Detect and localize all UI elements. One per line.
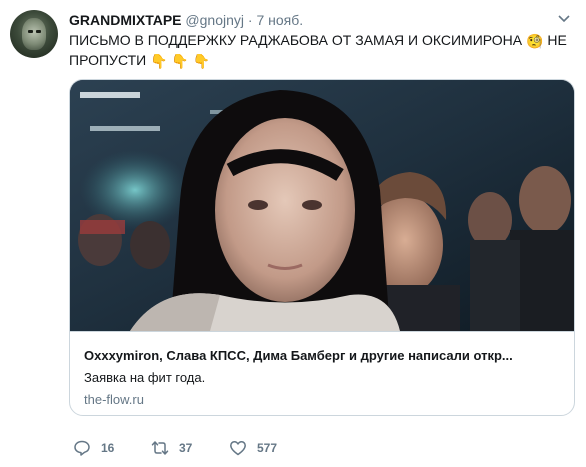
author-name[interactable]: GRANDMIXTAPE xyxy=(69,12,182,28)
link-card[interactable]: Oxxxymiron, Слава КПСС, Дима Бамберг и д… xyxy=(69,79,575,416)
pointing-down-emoji-1: 👇 xyxy=(150,54,168,70)
card-domain: the-flow.ru xyxy=(84,392,144,407)
author-avatar[interactable] xyxy=(10,10,58,58)
card-body[interactable]: Oxxxymiron, Слава КПСС, Дима Бамберг и д… xyxy=(70,331,574,415)
retweet-count: 37 xyxy=(179,441,193,455)
face-with-monocle-emoji: 🧐 xyxy=(526,34,544,50)
pointing-down-emoji-2: 👇 xyxy=(171,54,189,70)
reply-button[interactable]: 16 xyxy=(73,437,114,459)
author-handle[interactable]: @gnojnyj xyxy=(185,12,244,28)
tweet-text: ПИСЬМО В ПОДДЕРЖКУ РАДЖАБОВА ОТ ЗАМАЯ И … xyxy=(69,30,569,70)
card-description: Заявка на фит года. xyxy=(84,370,206,385)
reply-icon xyxy=(74,440,90,456)
like-button[interactable]: 577 xyxy=(229,437,277,459)
reply-count: 16 xyxy=(101,441,115,455)
tweet-actions: 16 37 577 xyxy=(69,437,569,459)
more-options-caret-icon[interactable] xyxy=(556,12,572,26)
avatar-face xyxy=(22,18,46,50)
header-separator: · xyxy=(247,12,253,28)
card-title: Oxxxymiron, Слава КПСС, Дима Бамберг и д… xyxy=(84,348,513,363)
heart-icon xyxy=(230,441,246,456)
card-image[interactable] xyxy=(70,80,574,331)
like-count: 577 xyxy=(257,441,278,455)
tweet-header: GRANDMIXTAPE @gnojnyj · 7 нояб. xyxy=(69,11,303,29)
retweet-button[interactable]: 37 xyxy=(151,437,192,459)
tweet-text-main: ПИСЬМО В ПОДДЕРЖКУ РАДЖАБОВА ОТ ЗАМАЯ И … xyxy=(69,32,523,48)
pointing-down-emoji-3: 👇 xyxy=(192,54,211,70)
retweet-icon xyxy=(151,441,169,455)
tweet-date[interactable]: 7 нояб. xyxy=(256,12,303,28)
